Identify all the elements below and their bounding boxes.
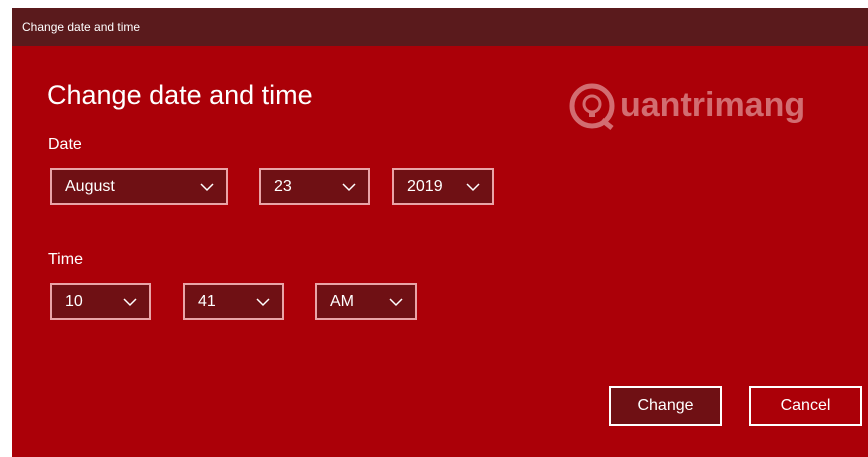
page-title: Change date and time bbox=[47, 80, 313, 110]
minute-value: 41 bbox=[198, 293, 216, 310]
month-dropdown[interactable]: August bbox=[50, 168, 228, 205]
dialog-window: Change date and time Change date and tim… bbox=[12, 8, 868, 457]
day-dropdown[interactable]: 23 bbox=[259, 168, 370, 205]
brand-logo-icon bbox=[569, 83, 615, 130]
period-value: AM bbox=[330, 293, 354, 310]
time-label: Time bbox=[48, 251, 83, 268]
cancel-button[interactable]: Cancel bbox=[749, 386, 862, 426]
date-label: Date bbox=[48, 136, 82, 153]
period-dropdown[interactable]: AM bbox=[315, 283, 417, 320]
year-value: 2019 bbox=[407, 178, 443, 195]
chevron-down-icon bbox=[342, 183, 356, 192]
chevron-down-icon bbox=[256, 298, 270, 307]
minute-dropdown[interactable]: 41 bbox=[183, 283, 284, 320]
chevron-down-icon bbox=[123, 298, 137, 307]
watermark-text: uantrimang bbox=[620, 86, 806, 124]
year-dropdown[interactable]: 2019 bbox=[392, 168, 494, 205]
title-bar[interactable]: Change date and time bbox=[12, 8, 868, 46]
chevron-down-icon bbox=[389, 298, 403, 307]
watermark: uantrimang bbox=[564, 78, 844, 136]
chevron-down-icon bbox=[200, 183, 214, 192]
hour-value: 10 bbox=[65, 293, 83, 310]
month-value: August bbox=[65, 178, 115, 195]
window-title: Change date and time bbox=[22, 20, 141, 34]
day-value: 23 bbox=[274, 178, 292, 195]
chevron-down-icon bbox=[466, 183, 480, 192]
change-button[interactable]: Change bbox=[609, 386, 722, 426]
hour-dropdown[interactable]: 10 bbox=[50, 283, 151, 320]
